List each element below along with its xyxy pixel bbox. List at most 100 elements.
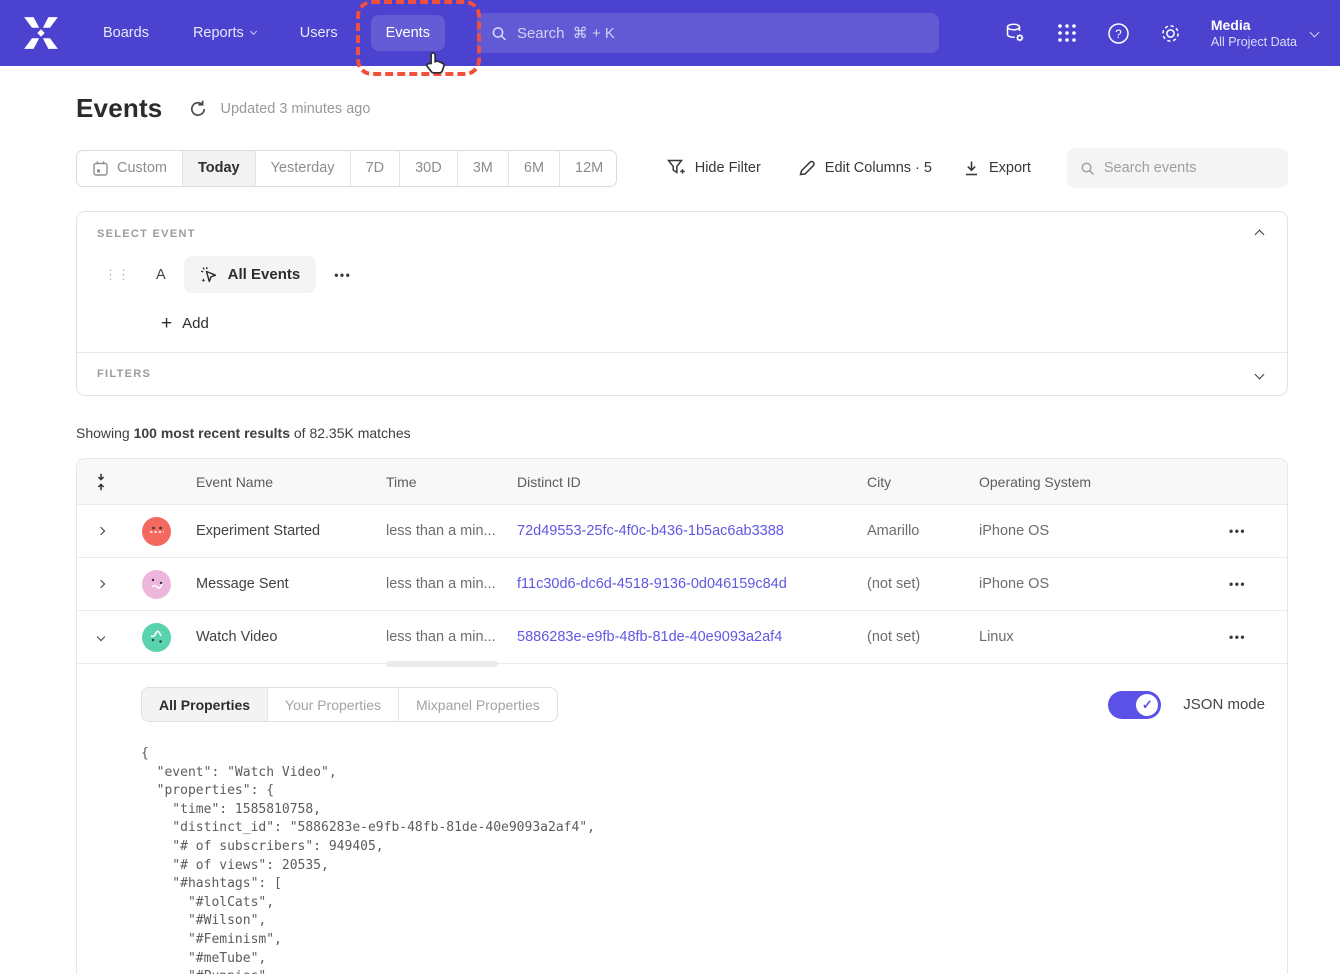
top-navbar: Boards Reports Users Events — [0, 0, 1340, 66]
properties-tabs: All Properties Your Properties Mixpanel … — [141, 687, 558, 722]
cell-city: Amarillo — [858, 523, 970, 539]
date-seg-3m[interactable]: 3M — [458, 151, 509, 186]
collapse-section-icon[interactable] — [1255, 229, 1265, 239]
cell-os: Linux — [970, 629, 1183, 645]
search-events-input[interactable] — [1104, 160, 1275, 176]
help-icon[interactable]: ? — [1107, 21, 1131, 45]
edit-columns-button[interactable]: Edit Columns · 5 — [798, 159, 932, 177]
cell-os: iPhone OS — [970, 523, 1183, 539]
nav-item-boards-label: Boards — [103, 25, 149, 41]
apps-grid-icon[interactable] — [1055, 21, 1079, 45]
results-suffix: of 82.35K matches — [290, 425, 411, 441]
collapse-all-icon[interactable] — [77, 473, 125, 491]
mixpanel-logo-icon[interactable] — [22, 17, 60, 49]
json-mode-toggle[interactable]: ✓ — [1108, 691, 1161, 719]
project-selector[interactable]: Media All Project Data — [1211, 16, 1318, 50]
table-row-expanded: Watch Video less than a min... 5886283e-… — [77, 611, 1287, 664]
add-event-button[interactable]: + Add — [161, 315, 1287, 332]
expand-row-icon[interactable] — [77, 528, 125, 534]
event-query-row: ⋮⋮ A All Events ••• — [104, 256, 1287, 293]
svg-text:?: ? — [1116, 26, 1123, 40]
cell-distinct-id[interactable]: 5886283e-e9fb-48fb-81de-40e9093a2af4 — [508, 629, 858, 645]
nav-item-reports[interactable]: Reports — [178, 15, 271, 51]
column-os[interactable]: Operating System — [970, 474, 1183, 490]
hide-filter-button[interactable]: Hide Filter — [667, 159, 761, 177]
date-seg-7d-label: 7D — [366, 160, 385, 176]
cell-time: less than a min... — [377, 629, 508, 645]
export-button[interactable]: Export — [963, 160, 1031, 177]
nav-item-boards[interactable]: Boards — [88, 15, 164, 51]
date-seg-today-label: Today — [198, 160, 240, 176]
cell-event-name[interactable]: Experiment Started — [187, 523, 377, 539]
table-row: Experiment Started less than a min... 72… — [77, 505, 1287, 558]
cell-distinct-id[interactable]: 72d49553-25fc-4f0c-b436-1b5ac6ab3388 — [508, 523, 858, 539]
cell-os: iPhone OS — [970, 576, 1183, 592]
tab-your-properties-label: Your Properties — [285, 697, 381, 713]
search-icon — [1080, 160, 1095, 177]
cell-distinct-id[interactable]: f11c30d6-dc6d-4518-9136-0d046159c84d — [508, 576, 858, 592]
cell-city: (not set) — [858, 576, 970, 592]
json-mode-label: JSON mode — [1183, 696, 1265, 713]
nav-item-users-label: Users — [300, 25, 338, 41]
events-table: Event Name Time Distinct ID City Operati… — [76, 458, 1288, 974]
date-seg-custom-label: Custom — [117, 160, 167, 176]
query-builder-card: SELECT EVENT ⋮⋮ A All Events ••• + Add — [76, 211, 1288, 396]
refresh-button[interactable] — [188, 98, 210, 120]
expand-row-icon[interactable] — [77, 581, 125, 587]
table-header-row: Event Name Time Distinct ID City Operati… — [77, 459, 1287, 505]
updated-timestamp: Updated 3 minutes ago — [220, 101, 370, 117]
calendar-icon — [92, 160, 109, 177]
nav-item-events-label: Events — [386, 25, 430, 41]
date-seg-custom[interactable]: Custom — [77, 151, 183, 186]
time-column-scrollbar[interactable] — [386, 661, 498, 667]
drag-handle-icon[interactable]: ⋮⋮ — [104, 270, 130, 280]
date-seg-7d[interactable]: 7D — [351, 151, 401, 186]
add-event-label: Add — [182, 315, 209, 332]
row-menu-icon[interactable]: ••• — [1183, 577, 1289, 591]
filter-funnel-icon — [667, 159, 686, 177]
row-menu-icon[interactable]: ••• — [1183, 524, 1289, 538]
settings-gear-icon[interactable] — [1159, 21, 1183, 45]
column-event-name[interactable]: Event Name — [187, 474, 377, 490]
row-menu-icon[interactable]: ••• — [1183, 630, 1289, 644]
event-row-menu-icon[interactable]: ••• — [334, 268, 351, 282]
data-management-icon[interactable] — [1003, 21, 1027, 45]
collapse-row-icon[interactable] — [77, 634, 125, 640]
tab-mixpanel-properties[interactable]: Mixpanel Properties — [399, 688, 557, 721]
date-seg-12m-label: 12M — [575, 160, 603, 176]
global-search[interactable] — [477, 13, 939, 53]
chevron-down-icon — [250, 28, 257, 35]
date-seg-yesterday[interactable]: Yesterday — [256, 151, 351, 186]
event-avatar — [142, 517, 171, 546]
date-seg-today[interactable]: Today — [183, 151, 256, 186]
column-distinct-id[interactable]: Distinct ID — [508, 474, 858, 490]
edit-columns-label: Edit Columns · 5 — [825, 160, 932, 176]
date-seg-3m-label: 3M — [473, 160, 493, 176]
nav-item-events[interactable]: Events — [371, 15, 445, 51]
cell-event-name[interactable]: Watch Video — [187, 629, 377, 645]
cell-time: less than a min... — [377, 576, 508, 592]
date-range-control: Custom Today Yesterday 7D 30D 3M 6M 12M — [76, 150, 617, 187]
results-summary: Showing 100 most recent results of 82.35… — [76, 425, 1288, 441]
magic-cursor-icon — [200, 266, 218, 284]
cell-event-name[interactable]: Message Sent — [187, 576, 377, 592]
date-seg-6m[interactable]: 6M — [509, 151, 560, 186]
pencil-icon — [798, 159, 816, 177]
date-seg-30d[interactable]: 30D — [400, 151, 458, 186]
event-selector-chip[interactable]: All Events — [184, 256, 317, 293]
column-city[interactable]: City — [858, 474, 970, 490]
date-seg-12m[interactable]: 12M — [560, 151, 617, 186]
filters-section-toggle[interactable]: FILTERS — [77, 353, 1287, 395]
column-time[interactable]: Time — [377, 474, 508, 490]
date-seg-yesterday-label: Yesterday — [271, 160, 335, 176]
event-chip-label: All Events — [228, 266, 301, 283]
cell-city: (not set) — [858, 629, 970, 645]
nav-item-users[interactable]: Users — [285, 15, 353, 51]
tab-all-properties[interactable]: All Properties — [142, 688, 268, 721]
date-seg-6m-label: 6M — [524, 160, 544, 176]
search-events-field[interactable] — [1067, 148, 1288, 188]
tab-your-properties[interactable]: Your Properties — [268, 688, 399, 721]
date-seg-30d-label: 30D — [415, 160, 442, 176]
event-json-view[interactable]: { "event": "Watch Video", "properties": … — [141, 745, 1267, 974]
global-search-input[interactable] — [517, 25, 925, 42]
